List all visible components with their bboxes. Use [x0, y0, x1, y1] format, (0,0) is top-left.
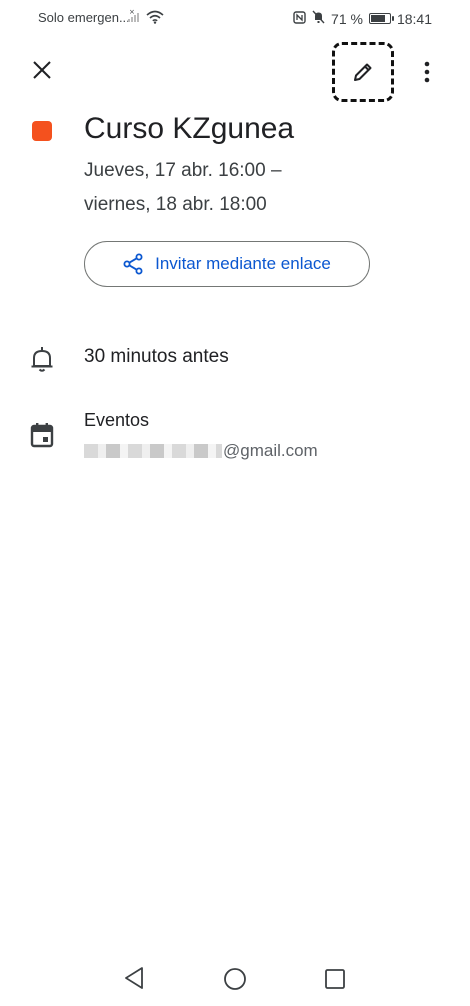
reminder-text: 30 minutos antes [84, 346, 229, 367]
svg-text:×: × [129, 9, 135, 16]
event-color-chip [32, 121, 52, 141]
nfc-icon [293, 10, 306, 27]
event-title: Curso KZgunea [84, 112, 295, 145]
close-button[interactable] [24, 52, 60, 88]
carrier-text: Solo emergen... [38, 10, 130, 25]
more-options-button[interactable] [414, 56, 440, 88]
status-right: 71 % 18:41 [293, 10, 432, 27]
battery-percent: 71 % [331, 10, 363, 27]
pencil-icon [354, 63, 372, 81]
recents-square-icon[interactable] [324, 968, 346, 990]
bell-icon [31, 347, 53, 372]
wifi-icon [146, 10, 164, 24]
home-circle-icon[interactable] [223, 967, 247, 991]
back-triangle-icon[interactable] [123, 966, 145, 990]
calendar-name: Eventos [84, 410, 150, 430]
event-date-end: viernes, 18 abr. 18:00 [84, 194, 267, 215]
clock: 18:41 [396, 10, 432, 27]
account-redacted [84, 444, 222, 458]
event-date-start: Jueves, 17 abr. 16:00 – [84, 160, 282, 181]
account-suffix: @gmail.com [223, 441, 318, 460]
battery-icon [368, 13, 394, 24]
calendar-icon [30, 423, 54, 448]
battery-level [370, 15, 386, 22]
invite-link-button[interactable]: Invitar mediante enlace [84, 241, 370, 287]
more-vert-icon [424, 61, 430, 83]
bell-off-icon [312, 10, 325, 27]
invite-link-label: Invitar mediante enlace [155, 254, 331, 273]
calendar-account: @gmail.com [84, 441, 318, 461]
close-icon [33, 61, 51, 79]
share-icon [123, 253, 143, 275]
edit-button[interactable] [332, 42, 394, 102]
signal-icon: × [128, 9, 139, 22]
status-bar: Solo emergen... × 71 % 18:41 [0, 0, 470, 36]
